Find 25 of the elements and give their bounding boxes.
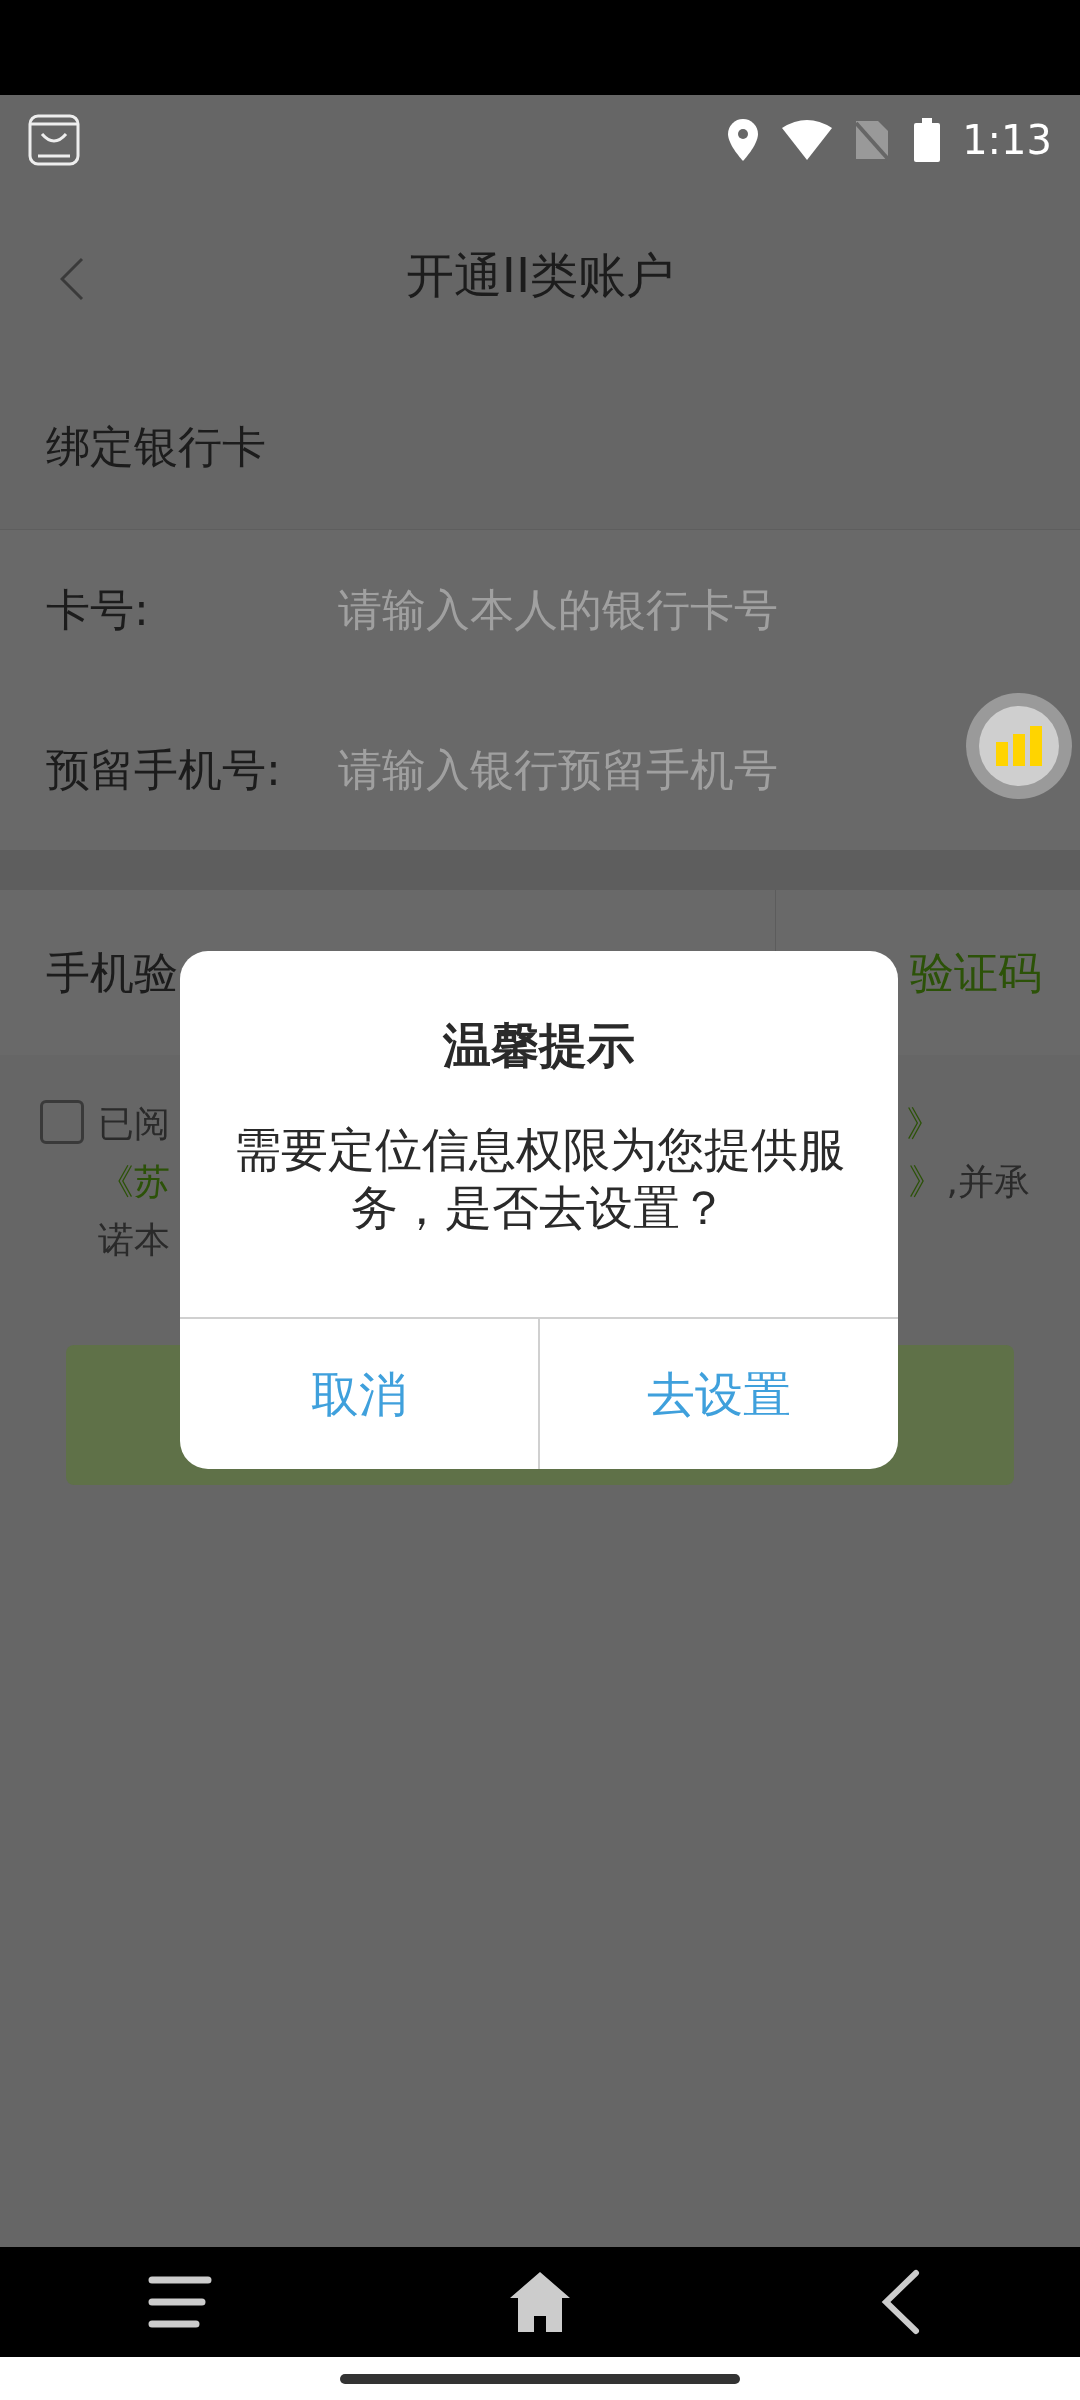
no-sim-icon — [854, 119, 891, 161]
battery-icon — [914, 118, 941, 162]
agreement-text: ,并承 — [946, 1160, 1030, 1204]
agreement-checkbox[interactable] — [40, 1100, 84, 1144]
section-title: 绑定银行卡 — [46, 420, 266, 474]
bar-chart-icon — [996, 726, 1042, 766]
field-label: 预留手机号: — [46, 743, 282, 797]
home-indicator[interactable] — [340, 2373, 740, 2384]
wifi-icon — [782, 120, 833, 160]
agreement-link[interactable]: 》 — [906, 1097, 942, 1151]
dialog-title: 温馨提示 — [443, 1016, 635, 1075]
agreement-text: 诺本 — [98, 1218, 170, 1262]
agreement-link[interactable]: 《苏 — [98, 1155, 170, 1209]
app-notification-icon — [28, 114, 80, 166]
clock-time: 1:13 — [962, 116, 1052, 165]
agreement-text: 已阅 — [98, 1102, 170, 1146]
dialog-button[interactable]: 取消 — [180, 1319, 538, 1469]
field-label: 手机验 — [45, 945, 178, 1000]
dialog-message: 需要定位信息权限为您提供服务，是否去设置？ — [232, 1121, 846, 1237]
field-label: 卡号: — [46, 583, 150, 637]
home-icon[interactable] — [508, 2270, 572, 2334]
agreement-link[interactable]: 》 — [908, 1155, 944, 1209]
location-icon — [728, 119, 759, 161]
page-title: 开通II类账户 — [405, 246, 675, 305]
dialog-button[interactable]: 去设置 — [538, 1319, 898, 1469]
